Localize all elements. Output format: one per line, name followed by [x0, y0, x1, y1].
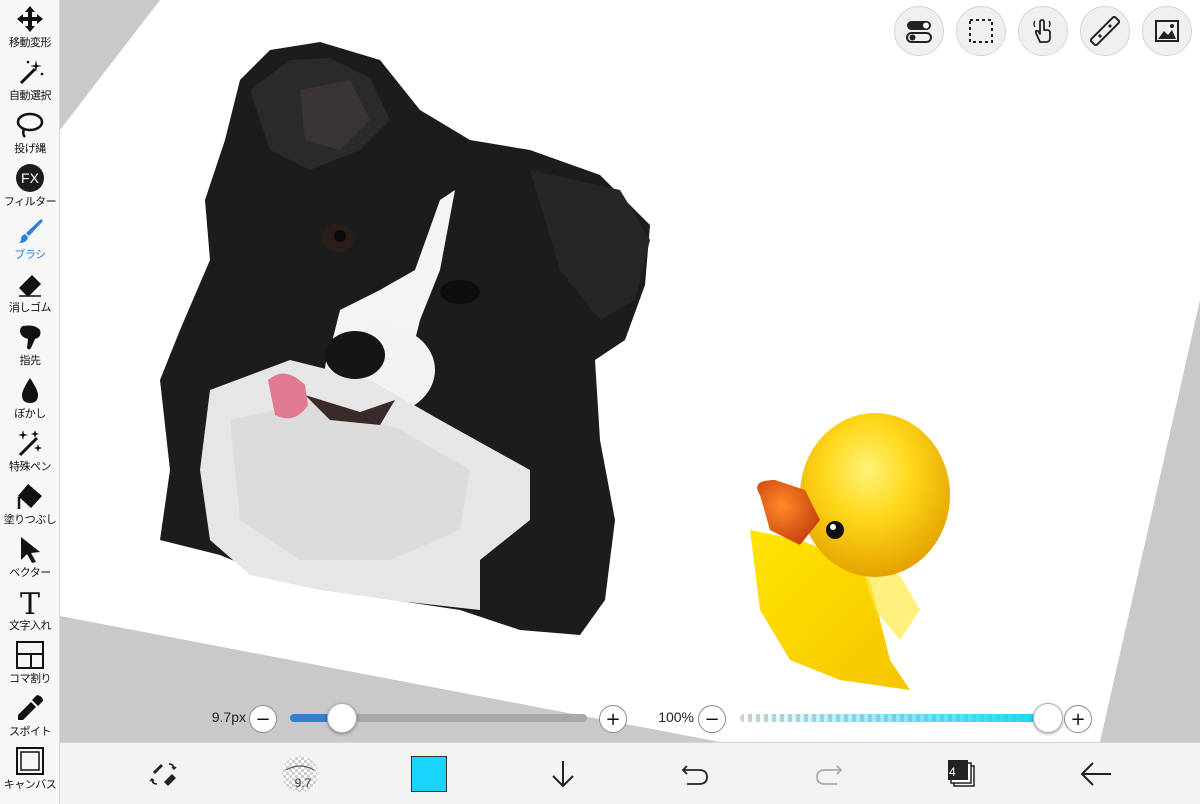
swap-brush-eraser-icon — [149, 763, 177, 786]
fill-bucket-icon — [17, 484, 42, 509]
ruler-button[interactable] — [1080, 6, 1130, 56]
opacity-decrease-button[interactable]: − — [698, 705, 726, 733]
brush-icon — [19, 219, 43, 243]
tool-text[interactable]: T 文字入れ — [0, 583, 60, 636]
tool-label: 投げ縄 — [14, 142, 46, 155]
brush-thumbnail-button[interactable] — [277, 751, 323, 797]
tool-magic-wand[interactable]: 自動選択 — [0, 53, 60, 106]
eraser-icon — [19, 275, 41, 297]
hand-touch-icon — [1033, 19, 1051, 43]
move-arrows-icon — [17, 6, 43, 32]
tool-smudge[interactable]: 指先 — [0, 318, 60, 371]
undo-icon — [681, 765, 708, 785]
lasso-icon — [16, 112, 44, 138]
opacity-fill — [740, 714, 1048, 722]
bottom-toolbar: 9.7 4 — [60, 742, 1200, 804]
brush-size-decrease-button[interactable]: − — [249, 705, 277, 733]
brush-size-increase-button[interactable]: + — [599, 705, 627, 733]
tool-move-transform[interactable]: 移動変形 — [0, 0, 60, 53]
tool-special-pen[interactable]: 特殊ペン — [0, 424, 60, 477]
tool-label: キャンバス — [3, 778, 57, 791]
ruler-icon — [1090, 16, 1120, 46]
current-color-swatch — [411, 756, 447, 792]
tool-label: フィルター — [3, 195, 57, 208]
special-pen-icon — [18, 430, 42, 457]
layers-button[interactable]: 4 — [938, 751, 984, 797]
tool-label: 文字入れ — [9, 619, 52, 632]
selection-rect-icon — [969, 19, 993, 43]
magic-wand-icon — [19, 60, 44, 85]
tool-label: 自動選択 — [9, 89, 52, 102]
redo-button[interactable] — [806, 751, 852, 797]
blur-drop-icon — [22, 378, 38, 403]
tool-canvas[interactable]: キャンバス — [0, 742, 60, 795]
tool-eraser[interactable]: 消しゴム — [0, 265, 60, 318]
tool-vector[interactable]: ベクター — [0, 530, 60, 583]
opacity-slider-knob[interactable] — [1033, 703, 1063, 733]
tool-blur[interactable]: ぼかし — [0, 371, 60, 424]
opacity-increase-button[interactable]: + — [1064, 705, 1092, 733]
down-arrow-icon — [552, 761, 574, 788]
redo-icon — [816, 765, 843, 785]
smudge-finger-icon — [20, 325, 41, 350]
tool-lasso[interactable]: 投げ縄 — [0, 106, 60, 159]
undo-button[interactable] — [672, 751, 718, 797]
layer-down-button[interactable] — [540, 751, 586, 797]
tool-label: コマ割り — [9, 672, 52, 685]
svg-text:T: T — [20, 587, 40, 619]
tool-frame-divider[interactable]: コマ割り — [0, 636, 60, 689]
fx-icon: FX — [16, 164, 44, 192]
tool-label: ぼかし — [14, 407, 46, 420]
tool-label: 塗りつぶし — [3, 513, 57, 526]
swap-brush-eraser-button[interactable] — [140, 751, 186, 797]
back-button[interactable] — [1073, 751, 1119, 797]
drawing-canvas[interactable] — [60, 0, 1200, 742]
current-color-button[interactable] — [406, 751, 452, 797]
touch-gesture-button[interactable] — [1018, 6, 1068, 56]
tool-label: ベクター — [9, 566, 51, 579]
tool-label: 指先 — [19, 354, 42, 367]
layer-count: 4 — [949, 765, 956, 779]
tool-fill[interactable]: 塗りつぶし — [0, 477, 60, 530]
tool-label: 移動変形 — [9, 36, 52, 49]
image-layer-icon — [1155, 20, 1179, 42]
text-T-icon: T — [20, 587, 40, 619]
svg-text:FX: FX — [21, 170, 40, 186]
tool-label: ブラシ — [14, 248, 46, 261]
brush-size-label: 9.7px — [211, 709, 246, 725]
brush-size-slider-knob[interactable] — [326, 703, 357, 733]
opacity-label: 100% — [658, 709, 694, 725]
canvas-icon — [16, 747, 44, 775]
canvas-workspace[interactable] — [60, 0, 1200, 742]
frame-divider-icon — [16, 641, 44, 669]
brush-thumbnail-number: 9.7 — [294, 776, 312, 790]
selection-button[interactable] — [956, 6, 1006, 56]
vector-arrow-icon — [21, 537, 40, 563]
tool-label: 消しゴム — [9, 301, 52, 314]
toggle-switches-icon — [906, 21, 932, 43]
tool-filter[interactable]: FX フィルター — [0, 159, 60, 212]
image-layer-button[interactable] — [1142, 6, 1192, 56]
left-toolbar: 移動変形 自動選択 投げ縄 FX フィルター ブラシ 消しゴム 指先 ぼかし 特… — [0, 0, 60, 804]
brush-settings-row: 9.7px − + 100% − + — [0, 700, 1200, 738]
tool-brush[interactable]: ブラシ — [0, 212, 60, 265]
back-arrow-icon — [1080, 762, 1111, 786]
tool-label: 特殊ペン — [9, 460, 52, 473]
toggle-switches-button[interactable] — [894, 6, 944, 56]
